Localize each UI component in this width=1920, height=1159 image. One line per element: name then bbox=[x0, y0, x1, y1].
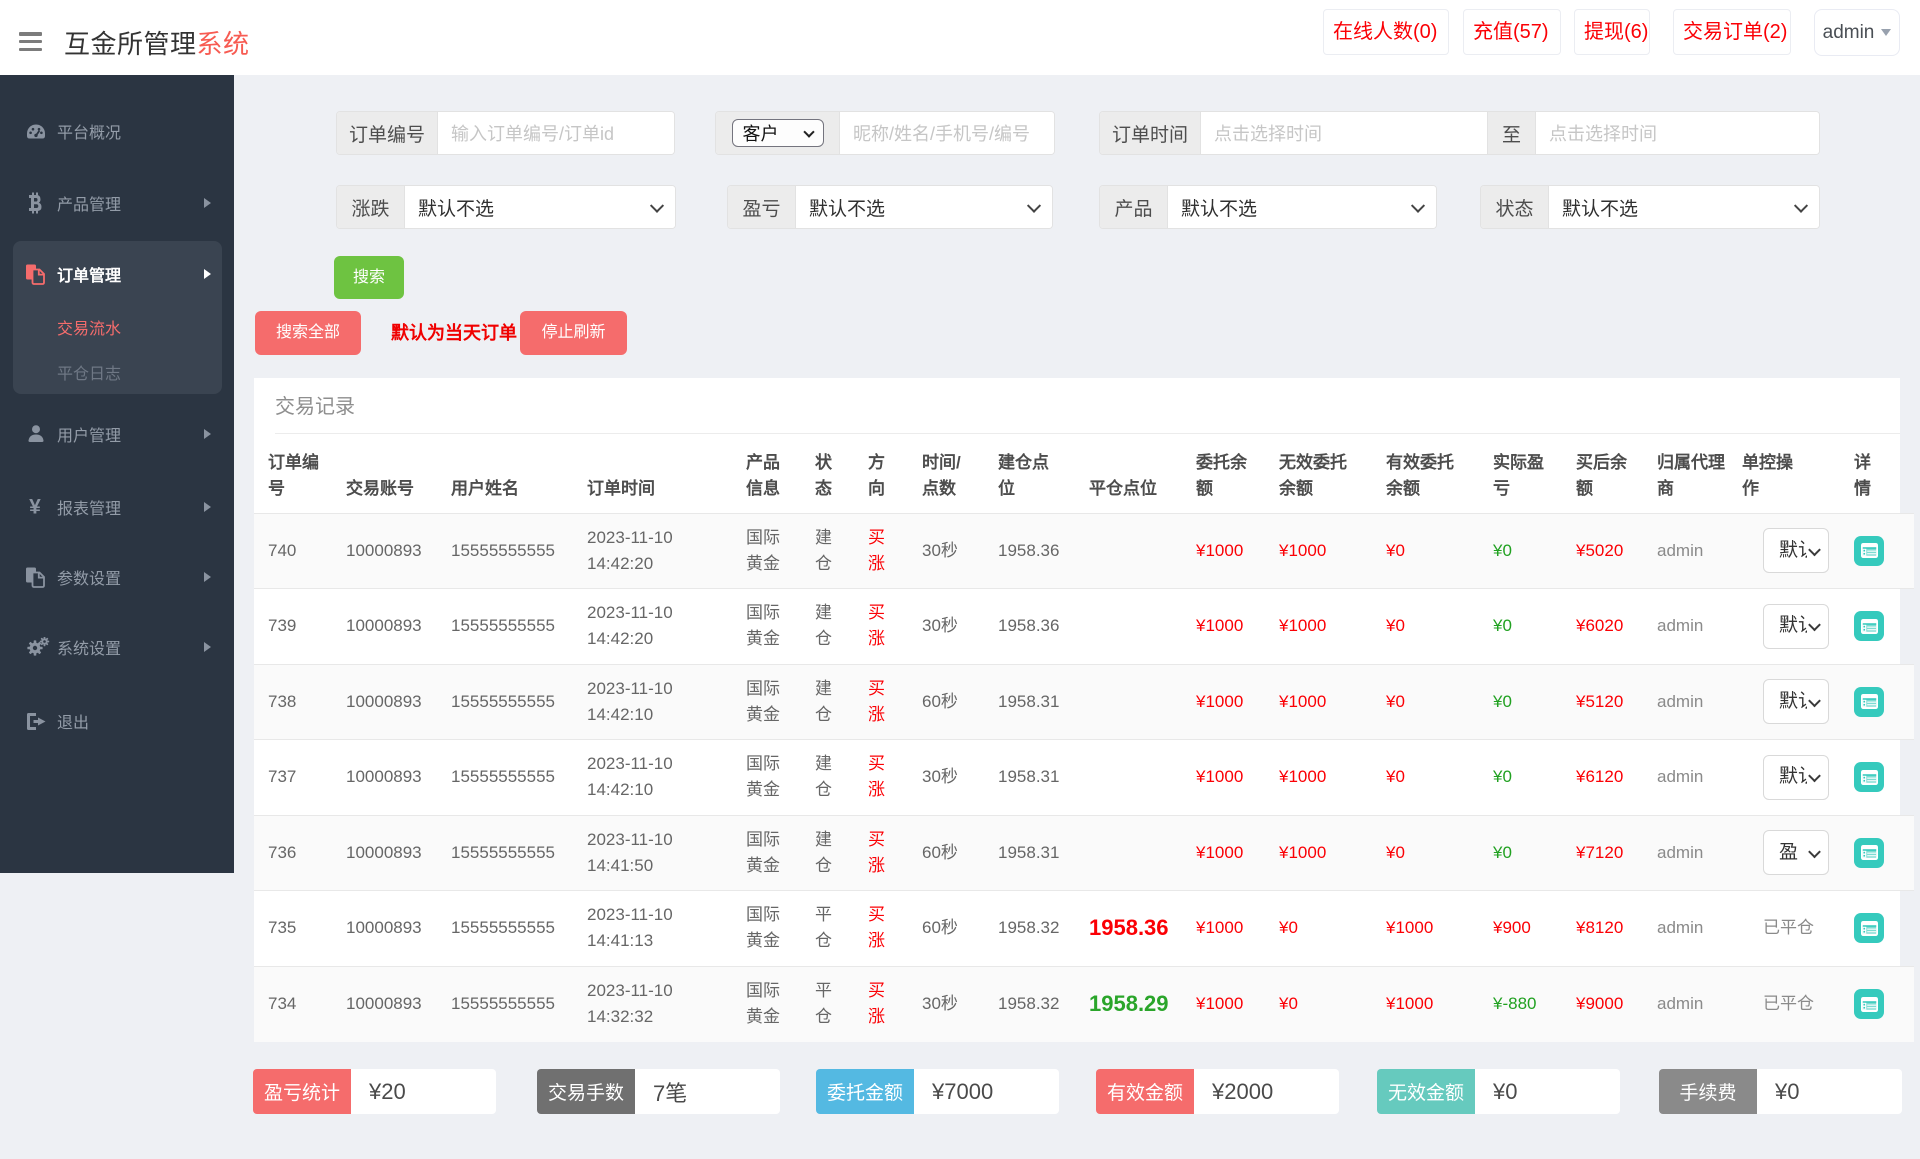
svg-text:¥: ¥ bbox=[29, 497, 41, 517]
